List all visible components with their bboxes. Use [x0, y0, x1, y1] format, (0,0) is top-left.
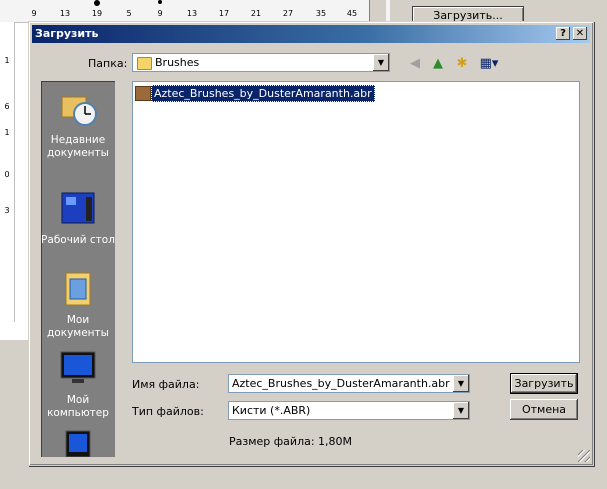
- place-desktop[interactable]: Рабочий стол: [41, 189, 115, 247]
- chevron-down-icon[interactable]: ▼: [453, 402, 469, 419]
- folder-combobox[interactable]: Brushes ▼: [132, 53, 390, 72]
- help-button[interactable]: ?: [556, 27, 570, 40]
- folder-icon: [137, 57, 152, 70]
- brush-size-label[interactable]: 9: [148, 9, 172, 18]
- palette-scrollbar[interactable]: [369, 0, 386, 22]
- brush-size-label[interactable]: 5: [117, 9, 141, 18]
- brush-size-label: 3: [4, 206, 10, 215]
- view-menu-icon[interactable]: ▦▾: [477, 55, 501, 73]
- brush-size-label[interactable]: 13: [180, 9, 204, 18]
- brush-size-label[interactable]: 27: [276, 9, 300, 18]
- place-label: Мои документы: [47, 314, 109, 339]
- brush-size-label[interactable]: 19: [85, 9, 109, 18]
- brush-size-label: 6: [4, 102, 10, 111]
- place-my-computer[interactable]: Мой компьютер: [41, 349, 115, 420]
- chevron-down-icon[interactable]: ▼: [373, 54, 389, 71]
- file-list[interactable]: Aztec_Brushes_by_DusterAmaranth.abr: [132, 81, 580, 363]
- place-my-documents[interactable]: Мои документы: [41, 269, 115, 340]
- brush-size-label: 1: [4, 128, 10, 137]
- up-folder-icon[interactable]: ▲: [429, 55, 447, 73]
- brush-size-label[interactable]: 13: [53, 9, 77, 18]
- brush-size-label[interactable]: 45: [340, 9, 364, 18]
- folder-value: Brushes: [155, 56, 200, 69]
- filename-value: Aztec_Brushes_by_DusterAmaranth.abr: [232, 377, 450, 390]
- place-label: Недавние документы: [47, 134, 109, 159]
- file-name[interactable]: Aztec_Brushes_by_DusterAmaranth.abr: [151, 85, 375, 102]
- recent-documents-icon: [61, 96, 97, 126]
- filetype-value: Кисти (*.ABR): [232, 404, 311, 417]
- brush-size-label[interactable]: 21: [244, 9, 268, 18]
- my-documents-icon: [65, 272, 91, 306]
- brush-tip-icon: [158, 0, 162, 4]
- resize-grip-icon[interactable]: [578, 450, 590, 462]
- brush-file-icon: [135, 86, 151, 101]
- filetype-label: Тип файлов:: [132, 405, 204, 418]
- chevron-down-icon[interactable]: ▼: [453, 375, 469, 392]
- place-label: Рабочий стол: [41, 234, 115, 246]
- my-computer-icon: [60, 351, 96, 383]
- cancel-button[interactable]: Отмена: [510, 399, 578, 420]
- brush-tip-icon: [94, 0, 100, 6]
- brush-size-label[interactable]: 35: [309, 9, 333, 18]
- place-recent-documents[interactable]: Недавние документы: [41, 89, 115, 160]
- new-folder-icon[interactable]: ✱: [453, 55, 471, 73]
- brush-size-label[interactable]: 9: [22, 9, 46, 18]
- brush-size-label: 1: [4, 56, 10, 65]
- dialog-title: Загрузить: [35, 27, 99, 40]
- background-window-area: [0, 340, 30, 489]
- place-network[interactable]: [41, 429, 115, 457]
- desktop-icon: [61, 192, 95, 224]
- place-label: Мой компьютер: [47, 394, 109, 419]
- filename-field[interactable]: Aztec_Brushes_by_DusterAmaranth.abr ▼: [228, 374, 470, 393]
- brush-size-row: 9 13 19 5 9 13 17 21 27 35 45: [0, 0, 390, 23]
- dialog-title-bar[interactable]: Загрузить ? ✕: [32, 25, 590, 43]
- back-icon[interactable]: ◀: [406, 55, 424, 73]
- filetype-select[interactable]: Кисти (*.ABR) ▼: [228, 401, 470, 420]
- folder-label: Папка:: [88, 57, 128, 70]
- brush-size-label[interactable]: 17: [212, 9, 236, 18]
- load-dialog: Загрузить ? ✕ Папка: Brushes ▼ ◀ ▲ ✱ ▦▾ …: [28, 21, 594, 466]
- file-size-status: Размер файла: 1,80М: [229, 435, 353, 448]
- filename-label: Имя файла:: [132, 378, 200, 391]
- brush-size-label: 0: [4, 170, 10, 179]
- places-bar: Недавние документы Рабочий стол Мои доку…: [41, 81, 115, 457]
- network-icon: [65, 430, 91, 457]
- open-button[interactable]: Загрузить: [510, 373, 578, 394]
- close-button[interactable]: ✕: [573, 27, 587, 40]
- brush-left-column: 1 6 1 0 3: [0, 22, 15, 322]
